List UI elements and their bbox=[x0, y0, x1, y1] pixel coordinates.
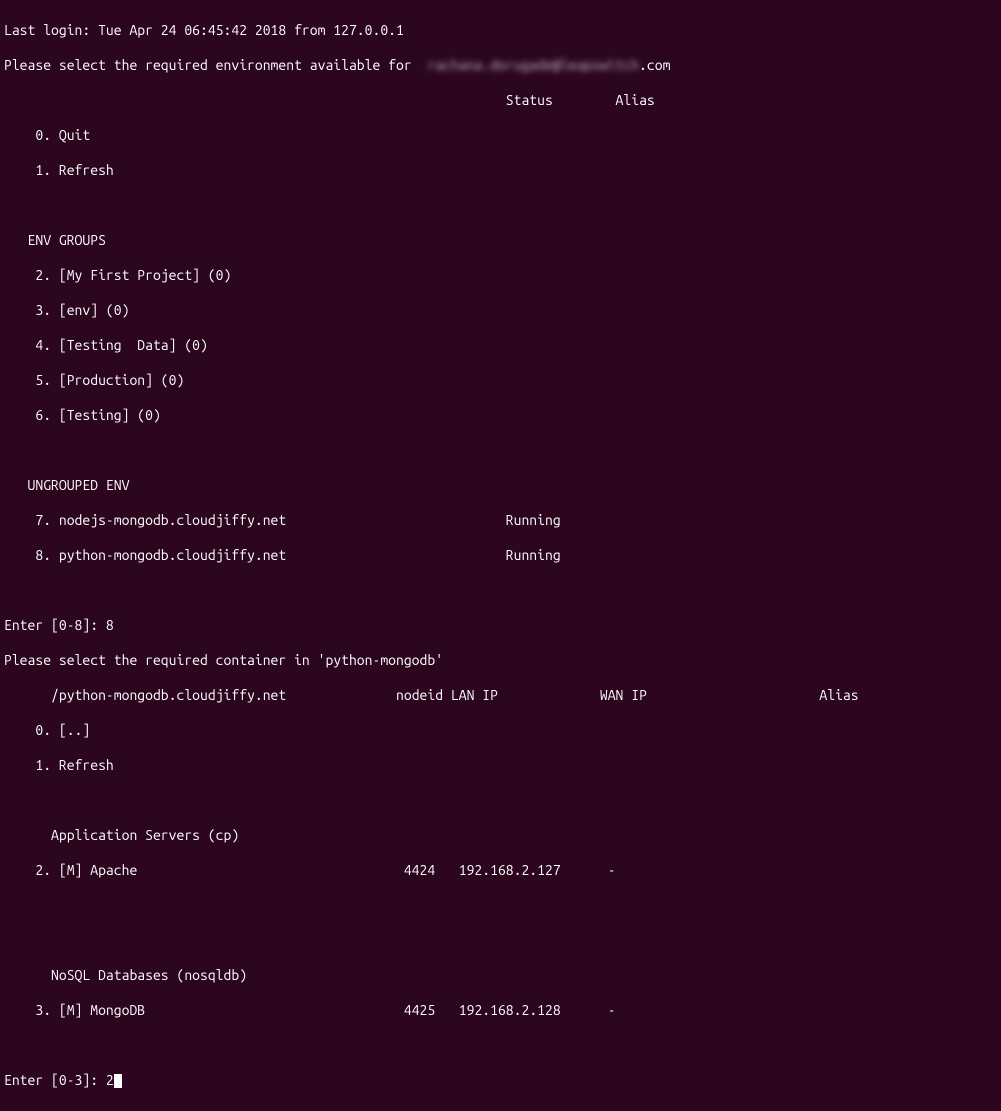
env-group-item: 5. [Production] (0) bbox=[4, 372, 997, 390]
ungrouped-name: 7. nodejs-mongodb.cloudjiffy.net bbox=[4, 512, 286, 528]
env-group-item: 2. [My First Project] (0) bbox=[4, 267, 997, 285]
blurred-user: rachana.dorugade@leapswitch bbox=[427, 57, 639, 73]
ungrouped-status: Running bbox=[506, 547, 561, 563]
header-nodeid: nodeid bbox=[396, 687, 443, 703]
header-alias: Alias bbox=[616, 92, 655, 108]
blank bbox=[4, 792, 997, 810]
enter2-value: 2 bbox=[106, 1072, 114, 1088]
option-refresh: 1. Refresh bbox=[4, 162, 997, 180]
ungrouped-item: 8. python-mongodb.cloudjiffy.net Running bbox=[4, 547, 997, 565]
nosql-nodeid: 4425 bbox=[404, 1002, 435, 1018]
appservers-title: Application Servers (cp) bbox=[4, 827, 997, 845]
option-quit: 0. Quit bbox=[4, 127, 997, 145]
select-env-line: Please select the required environment a… bbox=[4, 57, 997, 75]
blank bbox=[4, 197, 997, 215]
enter-prompt-1: Enter [0-8]: 8 bbox=[4, 617, 997, 635]
enter1-value: 8 bbox=[106, 617, 114, 633]
ungrouped-status: Running bbox=[506, 512, 561, 528]
option-back: 0. [..] bbox=[4, 722, 997, 740]
select-env-prefix: Please select the required environment a… bbox=[4, 57, 427, 73]
env-group-item: 6. [Testing] (0) bbox=[4, 407, 997, 425]
container-header-row: /python-mongodb.cloudjiffy.net nodeid LA… bbox=[4, 687, 997, 705]
option-refresh2: 1. Refresh bbox=[4, 757, 997, 775]
env-header-row: Status Alias bbox=[4, 92, 997, 110]
ungrouped-title: UNGROUPED ENV bbox=[4, 477, 997, 495]
nosql-row: 3. [M] MongoDB 4425 192.168.2.128 - bbox=[4, 1002, 997, 1020]
ungrouped-item: 7. nodejs-mongodb.cloudjiffy.net Running bbox=[4, 512, 997, 530]
container-path: /python-mongodb.cloudjiffy.net bbox=[4, 687, 286, 703]
nosql-title: NoSQL Databases (nosqldb) bbox=[4, 967, 997, 985]
appserver-name: 2. [M] Apache bbox=[4, 862, 137, 878]
select-container-line: Please select the required container in … bbox=[4, 652, 997, 670]
blank bbox=[4, 897, 997, 915]
enter-prompt-2[interactable]: Enter [0-3]: 2 bbox=[4, 1072, 997, 1090]
nosql-lan: 192.168.2.128 bbox=[459, 1002, 561, 1018]
enter2-prompt-text: Enter [0-3]: bbox=[4, 1072, 106, 1088]
header-lanip: LAN IP bbox=[451, 687, 498, 703]
header-alias2: Alias bbox=[819, 687, 858, 703]
env-groups-title: ENV GROUPS bbox=[4, 232, 997, 250]
blank bbox=[4, 442, 997, 460]
blank bbox=[4, 932, 997, 950]
select-env-suffix: .com bbox=[639, 57, 670, 73]
login-line: Last login: Tue Apr 24 06:45:42 2018 fro… bbox=[4, 22, 997, 40]
nosql-wan: - bbox=[608, 1002, 616, 1018]
appserver-row: 2. [M] Apache 4424 192.168.2.127 - bbox=[4, 862, 997, 880]
appserver-nodeid: 4424 bbox=[404, 862, 435, 878]
blank bbox=[4, 582, 997, 600]
header-status: Status bbox=[506, 92, 553, 108]
appserver-wan: - bbox=[608, 862, 616, 878]
env-group-item: 3. [env] (0) bbox=[4, 302, 997, 320]
cursor bbox=[114, 1074, 122, 1088]
blank bbox=[4, 1037, 997, 1055]
header-wanip: WAN IP bbox=[600, 687, 647, 703]
env-group-item: 4. [Testing Data] (0) bbox=[4, 337, 997, 355]
appserver-lan: 192.168.2.127 bbox=[459, 862, 561, 878]
ungrouped-name: 8. python-mongodb.cloudjiffy.net bbox=[4, 547, 286, 563]
terminal-output[interactable]: Last login: Tue Apr 24 06:45:42 2018 fro… bbox=[0, 0, 1001, 1111]
nosql-name: 3. [M] MongoDB bbox=[4, 1002, 145, 1018]
enter1-prompt-text: Enter [0-8]: bbox=[4, 617, 106, 633]
